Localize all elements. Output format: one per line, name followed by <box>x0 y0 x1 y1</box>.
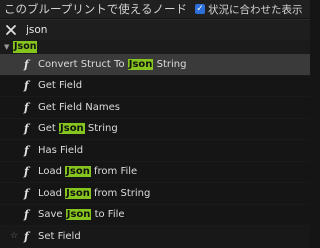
node-item-label: Convert Struct To Json String <box>38 58 187 70</box>
expand-arrow-icon[interactable]: ▼ <box>4 43 13 51</box>
context-sensitive-checkbox[interactable]: ✓ <box>194 4 205 14</box>
function-icon: f <box>24 122 29 136</box>
node-item-label: Load Json from String <box>38 187 151 199</box>
search-match-highlight: Json <box>65 187 91 199</box>
node-item-get-field-names[interactable]: f Get Field Names <box>0 97 310 119</box>
node-item-load-json-from-string[interactable]: f Load Json from String <box>0 183 310 205</box>
node-item-get-field[interactable]: f Get Field <box>0 76 310 97</box>
function-icon: f <box>24 57 29 71</box>
search-match-highlight: Json <box>65 209 92 221</box>
category-label: Json <box>13 41 38 53</box>
node-item-label: Get Json String <box>38 123 118 135</box>
node-item-label: Load Json from File <box>38 166 138 178</box>
node-item-has-field[interactable]: f Has Field <box>0 140 310 162</box>
function-icon: f <box>24 143 29 157</box>
palette-title: このブループリントで使えるノード <box>4 2 187 16</box>
node-item-get-json-string[interactable]: f Get Json String <box>0 119 310 140</box>
search-match-highlight: Json <box>65 166 91 178</box>
node-item-label: Set Field <box>38 230 81 242</box>
node-item-save-json-to-file[interactable]: f Save Json to File <box>0 205 310 226</box>
node-item-label: Has Field <box>38 144 84 156</box>
function-icon: f <box>24 100 29 114</box>
search-input[interactable] <box>26 24 266 36</box>
function-icon: f <box>24 229 29 243</box>
node-item-load-json-from-file[interactable]: f Load Json from File <box>0 162 310 183</box>
function-icon: f <box>24 165 29 179</box>
search-match-highlight: Json <box>59 123 85 135</box>
category-json[interactable]: ▼ Json <box>0 40 310 54</box>
node-item-label: Save Json to File <box>38 209 125 221</box>
function-icon: f <box>24 208 29 222</box>
search-bar <box>0 19 310 41</box>
node-item-convert-struct-to-json-string[interactable]: f Convert Struct To Json String <box>0 54 310 76</box>
palette-header: このブループリントで使えるノード ✓ 状況に合わせた表示 <box>0 0 310 18</box>
function-icon: f <box>24 79 29 93</box>
function-icon: f <box>24 186 29 200</box>
node-item-set-field[interactable]: ☆ f Set Field <box>0 226 310 248</box>
node-item-label: Get Field Names <box>38 101 120 113</box>
node-list: ▼ Json f Convert Struct To Json String f… <box>0 40 310 248</box>
clear-search-icon[interactable] <box>5 24 17 36</box>
context-sensitive-label[interactable]: 状況に合わせた表示 <box>208 2 303 17</box>
search-match-highlight: Json <box>127 58 154 70</box>
node-item-label: Get Field <box>38 80 83 92</box>
